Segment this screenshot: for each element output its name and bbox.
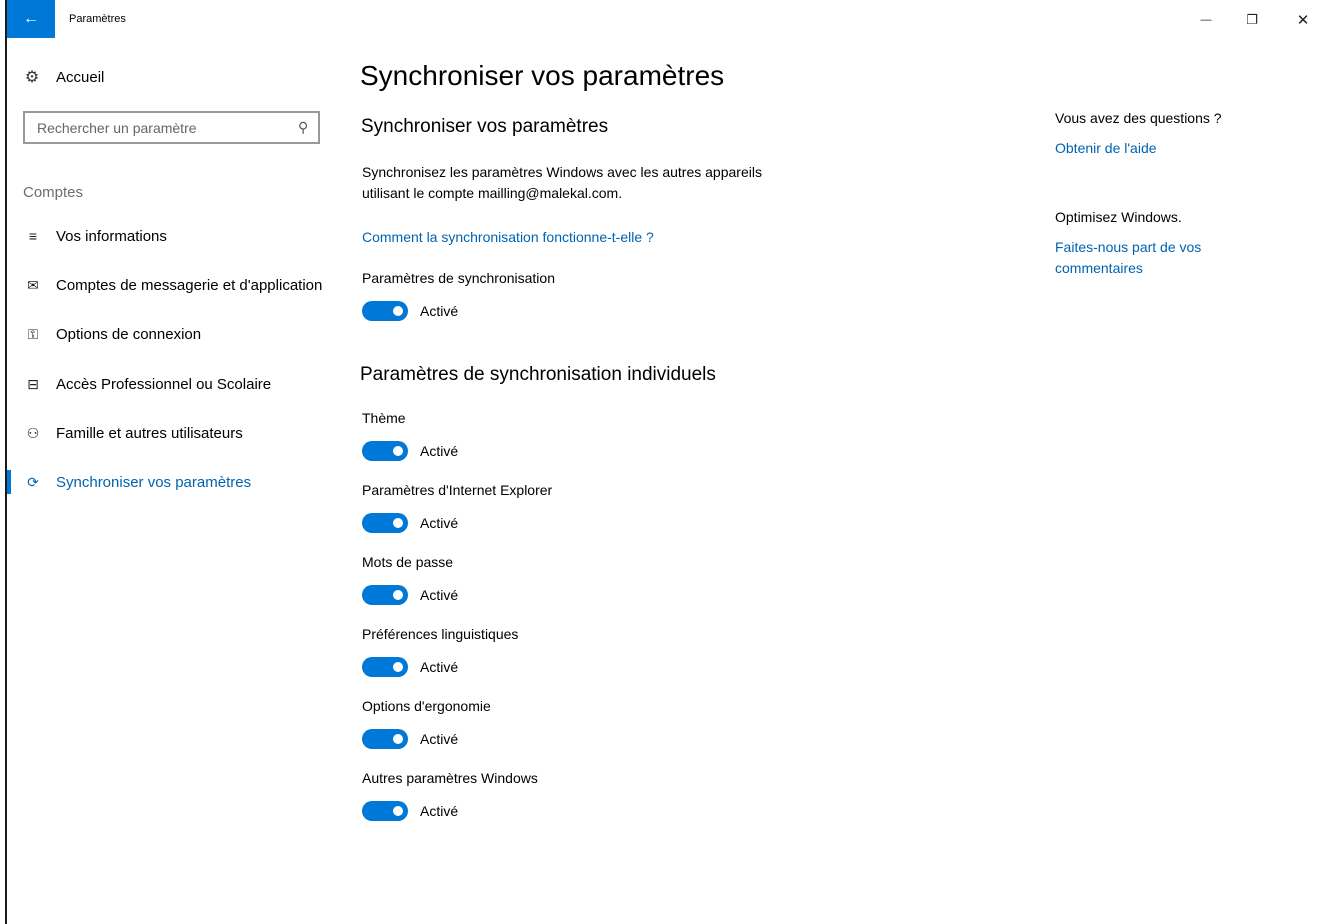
minimize-button[interactable]: — bbox=[1183, 0, 1229, 40]
theme-label: Thème bbox=[362, 410, 406, 426]
language-prefs-toggle-row[interactable]: Activé bbox=[362, 657, 458, 677]
toggle-state: Activé bbox=[420, 731, 459, 747]
get-help-link[interactable]: Obtenir de l'aide bbox=[1055, 138, 1245, 159]
back-button[interactable]: ← bbox=[7, 0, 55, 38]
home-label: Accueil bbox=[56, 68, 105, 86]
master-sync-toggle[interactable] bbox=[362, 301, 408, 321]
back-arrow-icon: ← bbox=[23, 10, 39, 27]
sidebar-item-sign-in-options[interactable]: ⚿ Options de connexion bbox=[7, 314, 347, 354]
language-prefs-label: Préférences linguistiques bbox=[362, 626, 519, 642]
other-windows-settings-toggle-row[interactable]: Activé bbox=[362, 801, 458, 821]
sync-icon: ⟳ bbox=[27, 473, 39, 490]
passwords-label: Mots de passe bbox=[362, 554, 454, 570]
toggle-state: Activé bbox=[420, 515, 459, 531]
close-icon: ✕ bbox=[1296, 12, 1310, 29]
master-sync-toggle-row[interactable]: Activé bbox=[362, 301, 458, 321]
questions-heading: Vous avez des questions ? bbox=[1055, 110, 1222, 126]
ie-settings-label: Paramètres d'Internet Explorer bbox=[362, 482, 553, 498]
restore-icon: ❐ bbox=[1246, 12, 1258, 27]
optimize-heading: Optimisez Windows. bbox=[1055, 209, 1182, 225]
home-nav-item[interactable]: ⚙ Accueil bbox=[22, 67, 105, 87]
gear-icon: ⚙ bbox=[24, 69, 40, 86]
toggle-state: Activé bbox=[420, 659, 459, 675]
page-title: Synchroniser vos paramètres bbox=[360, 60, 725, 91]
sidebar-item-your-info[interactable]: ≡ Vos informations bbox=[7, 216, 347, 256]
toggle-state: Activé bbox=[420, 303, 459, 319]
passwords-toggle[interactable] bbox=[362, 585, 408, 605]
sidebar-item-label: Famille et autres utilisateurs bbox=[56, 424, 243, 442]
search-icon[interactable]: ⚲ bbox=[298, 119, 308, 136]
ie-settings-toggle-row[interactable]: Activé bbox=[362, 513, 458, 533]
toggle-state: Activé bbox=[420, 803, 459, 819]
sidebar-item-label: Accès Professionnel ou Scolaire bbox=[56, 375, 272, 393]
window-left-border bbox=[0, 0, 7, 924]
master-sync-label: Paramètres de synchronisation bbox=[362, 270, 555, 286]
feedback-link[interactable]: Faites-nous part de vos commentaires bbox=[1055, 237, 1245, 279]
search-box[interactable]: ⚲ bbox=[23, 111, 320, 144]
other-windows-settings-label: Autres paramètres Windows bbox=[362, 770, 538, 786]
sidebar-item-label: Comptes de messagerie et d'application bbox=[56, 276, 323, 294]
mail-icon: ✉ bbox=[27, 276, 39, 293]
app-title: Paramètres bbox=[69, 13, 126, 25]
minimize-icon: — bbox=[1200, 14, 1212, 26]
sidebar-item-label: Synchroniser vos paramètres bbox=[56, 473, 252, 491]
person-list-icon: ≡ bbox=[28, 228, 38, 244]
sync-description: Synchronisez les paramètres Windows avec… bbox=[362, 164, 762, 201]
close-button[interactable]: ✕ bbox=[1280, 0, 1326, 40]
toggle-state: Activé bbox=[420, 587, 459, 603]
language-prefs-toggle[interactable] bbox=[362, 657, 408, 677]
theme-toggle[interactable] bbox=[362, 441, 408, 461]
briefcase-icon: ⊟ bbox=[27, 375, 39, 392]
toggle-state: Activé bbox=[420, 443, 459, 459]
sidebar-item-label: Vos informations bbox=[56, 227, 167, 245]
maximize-button[interactable]: ❐ bbox=[1229, 0, 1275, 40]
key-icon: ⚿ bbox=[27, 325, 39, 342]
sidebar-item-label: Options de connexion bbox=[56, 325, 202, 343]
ease-of-access-toggle[interactable] bbox=[362, 729, 408, 749]
individual-settings-title: Paramètres de synchronisation individuel… bbox=[360, 364, 716, 385]
ease-of-access-label: Options d'ergonomie bbox=[362, 698, 491, 714]
sidebar-item-email-accounts[interactable]: ✉ Comptes de messagerie et d'application bbox=[7, 265, 347, 305]
section-subtitle: Synchroniser vos paramètres bbox=[361, 116, 609, 137]
how-sync-works-link[interactable]: Comment la synchronisation fonctionne-t-… bbox=[362, 229, 654, 245]
other-windows-settings-toggle[interactable] bbox=[362, 801, 408, 821]
sidebar-section-header: Comptes bbox=[23, 184, 84, 201]
search-input[interactable] bbox=[37, 119, 277, 136]
ease-of-access-toggle-row[interactable]: Activé bbox=[362, 729, 458, 749]
theme-toggle-row[interactable]: Activé bbox=[362, 441, 458, 461]
sidebar-item-sync[interactable]: ⟳ Synchroniser vos paramètres bbox=[7, 462, 347, 502]
add-person-icon: ⚇ bbox=[26, 424, 40, 441]
title-bar: ← Paramètres — ❐ ✕ bbox=[7, 0, 1330, 40]
passwords-toggle-row[interactable]: Activé bbox=[362, 585, 458, 605]
ie-settings-toggle[interactable] bbox=[362, 513, 408, 533]
sidebar-item-family[interactable]: ⚇ Famille et autres utilisateurs bbox=[7, 413, 347, 453]
sidebar-item-work-school[interactable]: ⊟ Accès Professionnel ou Scolaire bbox=[7, 364, 347, 404]
